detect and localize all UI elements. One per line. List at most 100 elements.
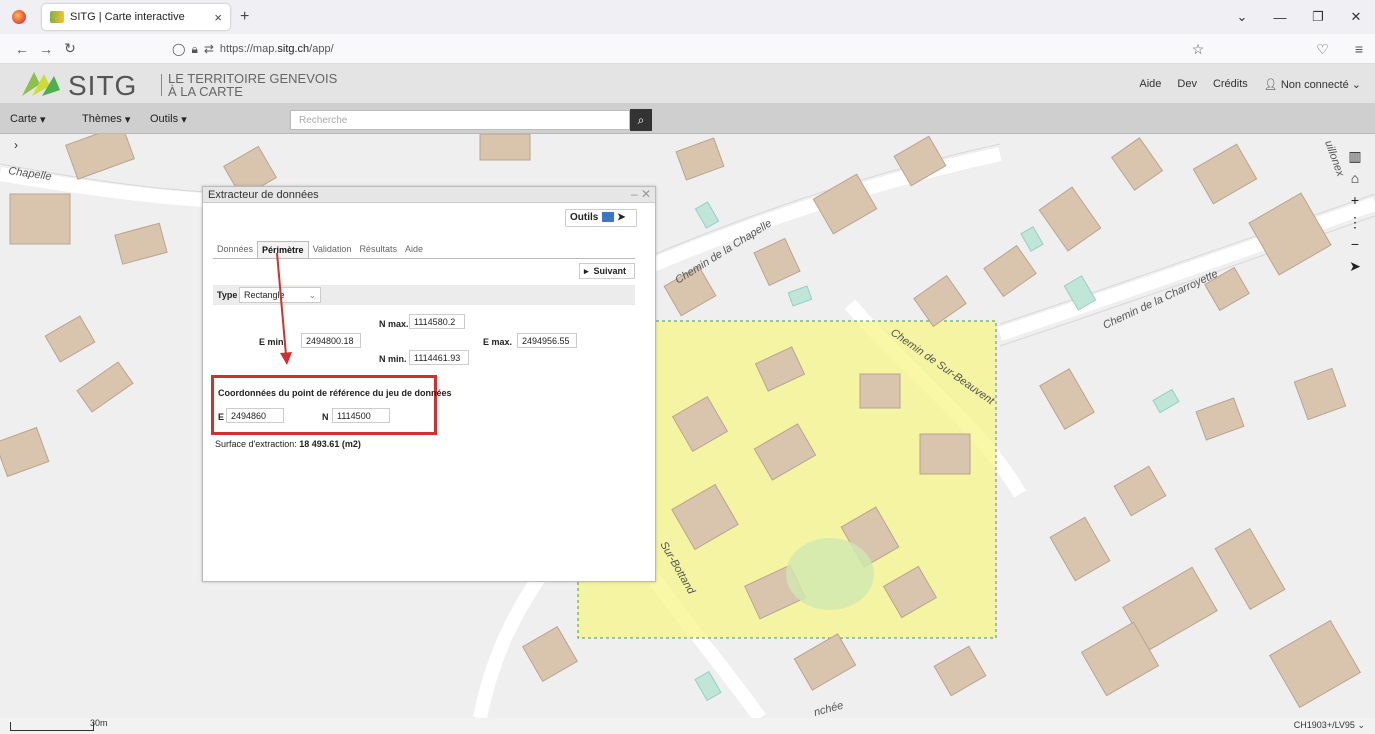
- emax-label: E max.: [483, 337, 513, 347]
- rectangle-tool-icon[interactable]: [602, 212, 615, 223]
- surface-text: Surface d'extraction: 18 493.61 (m2): [215, 439, 361, 449]
- type-value: Rectangle: [244, 290, 285, 300]
- scale-label: 30m: [90, 718, 108, 728]
- app-header: SITG LE TERRITOIRE GENEVOIS À LA CARTE A…: [0, 64, 1375, 104]
- type-row: Type Rectangle ⌄: [213, 285, 635, 305]
- panel-tabs: Données Périmètre Validation Résultats A…: [213, 241, 635, 259]
- ref-e-field[interactable]: 2494860: [226, 408, 284, 423]
- app-toolbar: Carte ▾ Thèmes ▾ Outils ▾ Recherche ⌕: [0, 104, 1375, 134]
- search-input[interactable]: Recherche: [290, 110, 630, 130]
- link-aide[interactable]: Aide: [1139, 78, 1161, 90]
- chevron-down-icon: ⌄: [1357, 720, 1365, 730]
- expand-left-panel-icon[interactable]: ›: [14, 138, 18, 152]
- tab-resultats[interactable]: Résultats: [355, 241, 401, 258]
- link-credits[interactable]: Crédits: [1213, 78, 1248, 90]
- browser-tab[interactable]: SITG | Carte interactive ×: [42, 4, 230, 30]
- next-button[interactable]: ▸ Suivant: [579, 263, 635, 279]
- crs-value: CH1903+/LV95: [1293, 720, 1355, 730]
- chevron-down-icon: ⌄: [1351, 78, 1361, 91]
- firefox-icon: [12, 10, 26, 24]
- tab-donnees[interactable]: Données: [213, 241, 257, 258]
- search-icon: ⌕: [637, 113, 645, 127]
- menu-outils[interactable]: Outils ▾: [150, 104, 187, 134]
- restore-icon[interactable]: ❐: [1299, 9, 1337, 25]
- link-dev[interactable]: Dev: [1177, 78, 1197, 90]
- emax-field[interactable]: 2494956.55: [517, 333, 577, 348]
- nmin-label: N min.: [379, 354, 407, 364]
- panel-close-icon[interactable]: – ✕: [631, 187, 651, 201]
- reload-icon[interactable]: ↻: [58, 40, 82, 57]
- forward-icon[interactable]: →: [34, 41, 58, 57]
- chevron-down-icon: ▾: [181, 113, 187, 126]
- bookmark-star-icon[interactable]: ☆: [1192, 41, 1205, 58]
- ref-e-label: E: [218, 412, 225, 422]
- nmin-field[interactable]: 1114461.93: [409, 350, 469, 365]
- browser-nav-bar: ← → ↻ ◯ 🔒︎ ⇄ https://map. sitg.ch/app/ ☆ …: [0, 34, 1375, 64]
- window-controls: ⌄ — ❐ ✕: [1223, 0, 1375, 34]
- locate-icon[interactable]: ➤: [1349, 258, 1361, 274]
- close-window-icon[interactable]: ✕: [1337, 9, 1375, 25]
- map-layers-icon[interactable]: ▥: [1348, 148, 1361, 164]
- minimize-icon[interactable]: —: [1261, 10, 1299, 25]
- crs-select[interactable]: CH1903+/LV95 ⌄: [1294, 720, 1365, 731]
- menu-themes[interactable]: Thèmes ▾: [82, 104, 130, 134]
- emin-label: E min.: [259, 337, 287, 347]
- menu-outils-label: Outils: [150, 113, 179, 125]
- type-select[interactable]: Rectangle ⌄: [239, 287, 321, 303]
- sitg-logo-icon: [22, 72, 60, 96]
- back-icon[interactable]: ←: [10, 41, 34, 57]
- tab-perimetre[interactable]: Périmètre: [257, 241, 309, 258]
- close-tab-icon[interactable]: ×: [214, 10, 222, 25]
- type-label: Type: [217, 290, 238, 300]
- chevron-down-icon: ▾: [39, 113, 46, 126]
- pocket-icon[interactable]: ♡: [1316, 41, 1329, 58]
- sitg-favicon-icon: [50, 11, 64, 23]
- tab-title: SITG | Carte interactive: [70, 11, 185, 23]
- reference-point-title: Coordonnées du point de référence du jeu…: [218, 388, 452, 398]
- scale-bar: [10, 722, 94, 731]
- menu-carte-label: Carte: [10, 113, 37, 125]
- permissions-icon: ⇄: [203, 42, 214, 56]
- shield-icon: ◯: [172, 42, 186, 56]
- user-menu[interactable]: 👤︎ Non connecté ⌄: [1264, 78, 1361, 91]
- street-label-nchee: nchée: [813, 700, 845, 718]
- emin-field[interactable]: 2494800.18: [301, 333, 361, 348]
- user-status: Non connecté: [1280, 78, 1349, 91]
- list-tabs-icon[interactable]: ⌄: [1223, 9, 1261, 25]
- nmax-label: N max.: [379, 319, 409, 329]
- lock-icon: 🔒︎: [191, 41, 198, 56]
- url-prefix: https://map.: [219, 43, 278, 55]
- zoom-in-icon[interactable]: +: [1351, 192, 1359, 208]
- address-bar[interactable]: ◯ 🔒︎ ⇄ https://map. sitg.ch/app/: [172, 38, 1252, 60]
- logo-tagline: LE TERRITOIRE GENEVOIS À LA CARTE: [168, 72, 337, 98]
- ref-n-label: N: [322, 412, 329, 422]
- menu-themes-label: Thèmes: [82, 113, 122, 125]
- url-path: /app/: [309, 43, 334, 55]
- tab-aide[interactable]: Aide: [401, 241, 427, 258]
- more-icon[interactable]: ⋮: [1348, 214, 1362, 230]
- tab-validation[interactable]: Validation: [309, 241, 356, 258]
- outils-button[interactable]: Outils ➤: [565, 209, 637, 227]
- url-domain: sitg.ch: [277, 43, 310, 55]
- nmax-field[interactable]: 1114580.2: [409, 314, 465, 329]
- chevron-down-icon: ▾: [124, 113, 131, 126]
- search-button[interactable]: ⌕: [630, 109, 652, 131]
- next-label: Suivant: [593, 266, 627, 276]
- new-tab-button[interactable]: +: [240, 8, 249, 26]
- play-icon: ▸: [584, 266, 589, 276]
- user-icon: 👤︎: [1263, 78, 1278, 91]
- surface-label: Surface d'extraction:: [215, 439, 297, 449]
- send-tool-icon[interactable]: ➤: [617, 212, 625, 223]
- logo-divider: [161, 74, 162, 96]
- zoom-out-icon[interactable]: −: [1351, 236, 1359, 252]
- map-controls: ▥ ⌂ + ⋮ − ➤: [1343, 148, 1367, 274]
- surface-value: 18 493.61 (m2): [299, 439, 361, 449]
- menu-icon[interactable]: ≡: [1355, 41, 1363, 57]
- ref-n-field[interactable]: 1114500: [332, 408, 390, 423]
- menu-carte[interactable]: Carte ▾: [10, 104, 46, 134]
- data-extractor-panel: Extracteur de données – ✕ Outils ➤ Donné…: [202, 186, 656, 582]
- reference-point-box: Coordonnées du point de référence du jeu…: [211, 375, 452, 435]
- home-icon[interactable]: ⌂: [1351, 170, 1359, 186]
- outils-label: Outils: [570, 212, 599, 223]
- logo-text: SITG: [68, 70, 138, 101]
